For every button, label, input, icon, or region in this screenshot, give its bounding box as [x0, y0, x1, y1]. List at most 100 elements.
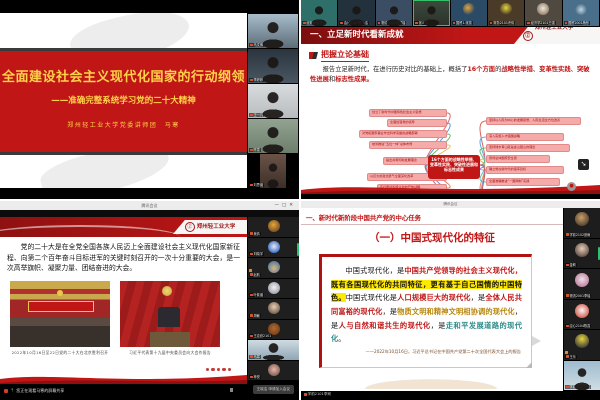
- video-tile[interactable]: 王乐: [564, 330, 600, 360]
- mindmap-node: 深入实施人才强国战略: [486, 133, 564, 141]
- minimize-icon[interactable]: —: [274, 203, 282, 208]
- upload-arrow-icon: ⇡: [10, 389, 14, 394]
- mic-icon: [250, 376, 253, 379]
- slide-header-title: 一、新时代新阶段中国共产党的中心任务: [306, 213, 558, 222]
- participant-name: 经济学2101王强: [531, 21, 555, 25]
- video-tile[interactable]: 刘晓宇: [248, 238, 299, 258]
- video-tile-live[interactable]: 学前2101李珂: [564, 361, 600, 391]
- video-tile[interactable]: 金莉: [564, 239, 600, 269]
- quadrant-congress-slide: 腾讯会议 —□✕ Ⓩ 郑州轻工业大学 党的二十大是在全党全国各族人民迈上全面建设…: [0, 201, 299, 400]
- video-tile[interactable]: 财务2101许倩: [488, 0, 524, 26]
- video-tile[interactable]: 林悦: [248, 361, 299, 381]
- participant-name: 刘晓宇: [254, 252, 264, 256]
- video-tile[interactable]: 陈雪: [248, 119, 298, 153]
- photo-caption: 2022年10月16日至22日党的二十大在北京胜利召开: [5, 350, 115, 356]
- video-tile[interactable]: 王嘉欣2101: [248, 320, 299, 340]
- video-tile[interactable]: 马文博: [248, 14, 298, 48]
- quadrant-modernization-slide: 腾讯会议 一、新时代新阶段中国共产党的中心任务 （一）中国式现代化的特征 中国式…: [301, 201, 600, 400]
- video-tile[interactable]: 叶紫涵: [248, 279, 299, 299]
- participant-name: 学前2101李珂: [570, 385, 591, 389]
- mic-icon: [250, 79, 253, 82]
- mic-icon: [378, 22, 381, 25]
- participant-strip: 吴倩 刘晓宇 赵航 叶紫涵 周敏 王嘉欣2101 马寒 林悦: [248, 217, 299, 387]
- slide-cover: 全面建设社会主义现代化国家的行动纲领 ——准确完整系统学习党的二十大精神 郑州轻…: [0, 13, 247, 188]
- slide-footer-wave: [0, 370, 247, 384]
- window-titlebar: 腾讯会议 —□✕: [0, 201, 299, 210]
- participant-name: 学前2102张雨: [570, 233, 591, 237]
- video-tile[interactable]: 赵航: [248, 258, 299, 278]
- mic-icon: [250, 335, 253, 338]
- status-name-text: 学前2101李珂: [308, 392, 332, 397]
- video-tile[interactable]: 吴倩: [248, 217, 299, 237]
- video-tile[interactable]: 周敏: [248, 299, 299, 319]
- participant-name: 金莉: [570, 263, 576, 267]
- statusbar: 学前2101李珂: [304, 392, 331, 397]
- slide-modernization: 一、新时代新阶段中国共产党的中心任务 （一）中国式现代化的特征 中国式现代化，是…: [301, 208, 563, 391]
- participant-strip: 马文博 李婷婷 王一凡 陈雪 刘思涵: [248, 14, 298, 189]
- section-heading-label: 把握立论基础: [321, 49, 369, 62]
- participant-name: 刘思涵: [254, 183, 264, 187]
- mic-icon: [250, 149, 253, 152]
- participant-name: 陈雪: [254, 148, 260, 152]
- participant-name: 林悦: [254, 375, 260, 379]
- video-tile-portrait[interactable]: 刘思涵: [248, 154, 298, 188]
- mindmap-node: 坚持绿水青山就是金山银山的理念: [486, 144, 570, 152]
- participant-name: 经管林清蕊: [307, 21, 323, 25]
- video-tile[interactable]: 会计2101董永洁: [338, 0, 374, 26]
- participant-strip: 学前2102张雨 金莉 物流2001李瑶 应心2104陈霞 王乐 学前2101李…: [564, 208, 600, 391]
- participant-name: 物流2001李瑶: [570, 294, 591, 298]
- hand-raised-icon: [565, 351, 568, 354]
- video-tile-live[interactable]: 马寒: [248, 340, 299, 360]
- mic-icon: [415, 22, 418, 25]
- participant-name: 李婷婷: [254, 78, 264, 82]
- video-tile[interactable]: 经济学2101王强: [525, 0, 561, 26]
- video-tile[interactable]: 经管林清蕊: [301, 0, 337, 26]
- mindmap-center-node: 16个方面的战略性举措、变革性实践、突破性进展和标志性成果: [428, 155, 480, 179]
- video-tile[interactable]: 王一凡: [248, 84, 298, 118]
- speaker-figure: [158, 307, 180, 327]
- screen-share-annotation-icon[interactable]: ➘: [578, 159, 589, 170]
- participant-name: 吴倩: [254, 232, 260, 236]
- notification-icon[interactable]: [230, 388, 233, 392]
- mic-icon: [250, 294, 253, 297]
- video-tile[interactable]: 学前2102张雨: [564, 208, 600, 238]
- slide-body-text: 报告立足新时代，在进行历史对比的基础上，概括了16个方面的战略性举措、变革性实践…: [310, 65, 591, 85]
- participant-name: 周敏: [254, 314, 260, 318]
- slide-header-bar: Ⓩ 郑州轻工业大学: [0, 217, 247, 237]
- video-tile[interactable]: 物流2001李瑶: [564, 269, 600, 299]
- mindmap-node: 统筹推进“五位一体”总体布局: [369, 141, 447, 149]
- mic-icon: [250, 44, 253, 47]
- reaction-icon[interactable]: ●: [567, 182, 576, 191]
- speech-tail-decoration: [532, 336, 541, 346]
- participant-name: 应心2104陈霞: [570, 324, 591, 328]
- corner-fold-decoration: [526, 362, 532, 368]
- page-dots[interactable]: [206, 368, 232, 372]
- video-tile[interactable]: 李婷婷: [248, 49, 298, 83]
- participant-name: 王一凡: [254, 113, 264, 117]
- mindmap-node: 全面加强党的领导: [387, 119, 447, 127]
- window-titlebar: 腾讯会议: [301, 201, 600, 208]
- participant-strip: 经管林清蕊 会计2101董永洁 物流2001张梦瑶 张少华 国贸1-张蕊 财务2…: [301, 0, 600, 26]
- video-tile[interactable]: 国贸2001杨彤: [563, 0, 599, 26]
- video-tile[interactable]: 物流2001张梦瑶: [376, 0, 412, 26]
- mic-icon: [453, 22, 456, 25]
- window-title: 腾讯会议: [444, 202, 458, 206]
- slide-title: 全面建设社会主义现代化国家的行动纲领: [0, 66, 247, 85]
- hand-raised-icon: [249, 269, 252, 272]
- mic-icon: [250, 184, 253, 187]
- mindmap: 16个方面的战略性举措、变革性实践、突破性进展和标志性成果 创立了新时代中国特色…: [301, 107, 600, 181]
- quote-paragraph: 中国式现代化，是中国共产党领导的社会主义现代化，既有各国现代化的共同特征，更有基…: [331, 264, 522, 346]
- scrollbar-handle[interactable]: [297, 243, 299, 256]
- university-logo: Ⓩ 郑州轻工业大学: [173, 220, 247, 234]
- close-icon[interactable]: ✕: [289, 203, 296, 208]
- video-tile[interactable]: 应心2104陈霞: [564, 300, 600, 330]
- mic-icon: [527, 22, 530, 25]
- meeting-screenshot-collage: 全面建设社会主义现代化国家的行动纲领 ——准确完整系统学习党的二十大精神 郑州轻…: [0, 0, 600, 400]
- join-request-toast[interactable]: 王晓洁 申请加入会议: [253, 385, 295, 394]
- university-logo: Ⓩ 郑州轻工业大学ZHENGZHOU UNIVERSITY OF LIGHT I…: [514, 27, 600, 44]
- mic-icon: [250, 314, 253, 317]
- video-tile[interactable]: 国贸1-张蕊: [451, 0, 487, 26]
- slide-section-title: （一）中国式现代化的特征: [301, 230, 563, 245]
- video-tile-active-speaker[interactable]: 张少华: [413, 0, 449, 26]
- participant-name: 王乐: [570, 355, 576, 359]
